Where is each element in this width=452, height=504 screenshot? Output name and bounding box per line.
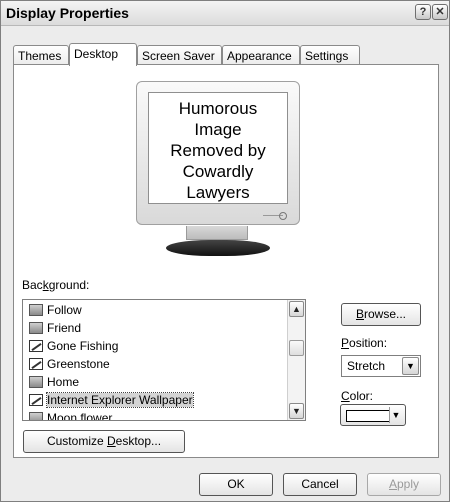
list-item-selected[interactable]: Internet Explorer Wallpaper — [25, 391, 289, 409]
window-title: Display Properties — [6, 5, 129, 21]
browse-button[interactable]: Browse... — [341, 303, 421, 326]
list-item[interactable]: Gone Fishing — [25, 337, 289, 355]
scroll-up-arrow-icon[interactable]: ▲ — [289, 301, 304, 317]
tab-screen-saver[interactable]: Screen Saver — [137, 45, 222, 65]
display-properties-window: Display Properties ? ✕ Themes Desktop Sc… — [0, 0, 450, 502]
customize-desktop-button[interactable]: Customize Desktop... — [23, 430, 185, 453]
tab-appearance[interactable]: Appearance — [222, 45, 300, 65]
background-label: Background: — [22, 278, 90, 292]
preview-text-line: Removed by — [170, 141, 266, 160]
color-swatch — [346, 410, 390, 422]
picture-icon — [29, 358, 43, 370]
desktop-tab-panel: Humorous Image Removed by Cowardly Lawye… — [13, 64, 439, 458]
tab-themes[interactable]: Themes — [13, 45, 69, 65]
preview-screen: Humorous Image Removed by Cowardly Lawye… — [148, 92, 288, 204]
list-item[interactable]: Follow — [25, 301, 289, 319]
list-item[interactable]: Friend — [25, 319, 289, 337]
preview-text-line: Image — [194, 120, 242, 139]
image-file-icon — [29, 304, 43, 316]
scroll-down-arrow-icon[interactable]: ▼ — [289, 403, 304, 419]
preview-text-line: Cowardly — [182, 162, 254, 181]
list-item[interactable]: Greenstone — [25, 355, 289, 373]
preview-text-line: Lawyers — [186, 183, 250, 202]
preview-text-line: Humorous — [178, 99, 258, 118]
image-file-icon — [29, 322, 43, 334]
position-label: Position: — [341, 336, 388, 350]
image-file-icon — [29, 376, 43, 388]
close-button[interactable]: ✕ — [432, 4, 448, 20]
picture-icon — [29, 340, 43, 352]
list-item[interactable]: Home — [25, 373, 289, 391]
chevron-down-icon[interactable]: ▼ — [389, 407, 402, 423]
monitor-neck — [186, 226, 248, 240]
picture-icon — [29, 394, 43, 406]
position-dropdown[interactable]: Stretch ▼ — [341, 355, 421, 377]
monitor-preview: Humorous Image Removed by Cowardly Lawye… — [136, 81, 300, 225]
monitor-power-light — [279, 212, 287, 220]
image-file-icon — [29, 412, 43, 420]
position-value: Stretch — [347, 359, 386, 373]
list-scrollbar[interactable]: ▲ ▼ — [287, 300, 305, 420]
cancel-button[interactable]: Cancel — [283, 473, 357, 496]
help-button[interactable]: ? — [415, 4, 431, 20]
monitor-stand — [166, 240, 270, 256]
color-picker-button[interactable]: ▼ — [340, 404, 406, 426]
ok-button[interactable]: OK — [199, 473, 273, 496]
apply-button[interactable]: Apply — [367, 473, 441, 496]
tab-desktop[interactable]: Desktop — [69, 43, 137, 66]
list-item[interactable]: Moon flower — [25, 409, 289, 420]
chevron-down-icon[interactable]: ▼ — [402, 357, 419, 375]
background-list[interactable]: Follow Friend Gone Fishing Greenstone Ho… — [22, 299, 306, 421]
title-bar[interactable]: Display Properties ? ✕ — [1, 1, 449, 26]
color-label: Color: — [341, 389, 374, 403]
scroll-thumb[interactable] — [289, 340, 304, 356]
tab-settings[interactable]: Settings — [300, 45, 360, 65]
